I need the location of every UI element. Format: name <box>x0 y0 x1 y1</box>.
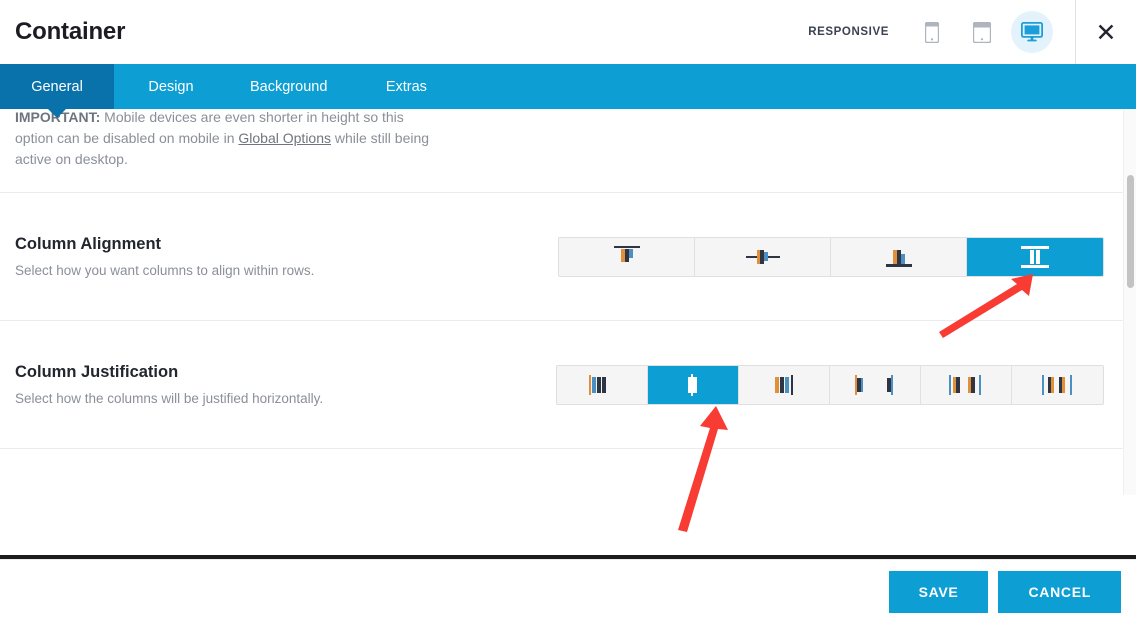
tab-extras[interactable]: Extras <box>349 64 463 109</box>
header-right-controls: RESPONSIVE ✕ <box>808 0 1136 64</box>
setting-control <box>556 364 1104 405</box>
mobile-icon <box>925 21 939 43</box>
important-notice: IMPORTANT: Mobile devices are even short… <box>0 109 450 192</box>
align-bottom-option[interactable] <box>831 237 967 276</box>
window-bottom-edge <box>0 555 1136 559</box>
align-stretch-icon <box>1021 245 1049 268</box>
setting-description: Select how the columns will be justified… <box>15 391 324 406</box>
justify-start-icon <box>589 374 615 396</box>
settings-scroll-area[interactable]: IMPORTANT: Mobile devices are even short… <box>0 109 1136 559</box>
tab-label: Extras <box>385 78 427 95</box>
close-icon: ✕ <box>1095 17 1117 47</box>
global-options-link[interactable]: Global Options <box>238 130 331 146</box>
tab-label: Design <box>148 78 194 95</box>
desktop-icon <box>1021 22 1043 42</box>
justify-space-evenly-option[interactable] <box>1012 365 1103 404</box>
page-title: Container <box>15 18 126 45</box>
dialog-footer: SAVE CANCEL <box>0 559 1136 623</box>
close-button[interactable]: ✕ <box>1075 0 1136 64</box>
tablet-icon <box>973 21 991 43</box>
setting-row-column-justification: Column Justification Select how the colu… <box>0 320 1136 448</box>
setting-labels: Column Justification Select how the colu… <box>15 363 555 406</box>
setting-description: Select how you want columns to align wit… <box>15 263 315 278</box>
dialog-header: Container RESPONSIVE ✕ <box>0 0 1136 64</box>
row-divider <box>0 448 1136 479</box>
setting-row-column-alignment: Column Alignment Select how you want col… <box>0 192 1136 320</box>
tab-label: Background <box>250 78 328 95</box>
justify-space-evenly-icon <box>1041 374 1074 396</box>
save-button[interactable]: SAVE <box>888 570 989 613</box>
tab-background[interactable]: Background <box>228 64 349 109</box>
align-middle-option[interactable] <box>695 237 831 276</box>
align-middle-icon <box>745 246 780 268</box>
align-top-icon <box>613 245 640 268</box>
justify-center-option[interactable] <box>648 365 739 404</box>
vertical-scrollbar[interactable] <box>1123 109 1136 495</box>
align-top-option[interactable] <box>559 237 695 276</box>
justify-space-between-icon <box>854 374 896 396</box>
justify-center-icon <box>686 373 700 396</box>
scrollbar-thumb[interactable] <box>1127 175 1134 288</box>
column-justification-button-group <box>556 364 1104 405</box>
desktop-view-button[interactable] <box>1011 11 1053 53</box>
justify-end-icon <box>771 374 797 396</box>
align-bottom-icon <box>885 246 912 268</box>
tab-bar: General Design Background Extras <box>0 64 1136 109</box>
justify-start-option[interactable] <box>557 365 648 404</box>
tablet-view-button[interactable] <box>961 11 1003 53</box>
justify-space-between-option[interactable] <box>830 365 921 404</box>
tab-label: General <box>31 78 83 95</box>
responsive-label: RESPONSIVE <box>808 26 889 38</box>
tab-design[interactable]: Design <box>114 64 228 109</box>
justify-end-option[interactable] <box>739 365 830 404</box>
align-stretch-option[interactable] <box>967 237 1103 276</box>
cancel-button[interactable]: CANCEL <box>998 570 1121 613</box>
justify-space-around-option[interactable] <box>921 365 1012 404</box>
tab-general[interactable]: General <box>0 64 114 109</box>
setting-title: Column Alignment <box>15 235 162 253</box>
setting-labels: Column Alignment Select how you want col… <box>15 235 555 278</box>
column-alignment-button-group <box>558 236 1104 277</box>
justify-space-around-icon <box>949 374 983 396</box>
mobile-view-button[interactable] <box>911 11 953 53</box>
setting-control <box>558 236 1104 277</box>
setting-title: Column Justification <box>15 363 179 381</box>
